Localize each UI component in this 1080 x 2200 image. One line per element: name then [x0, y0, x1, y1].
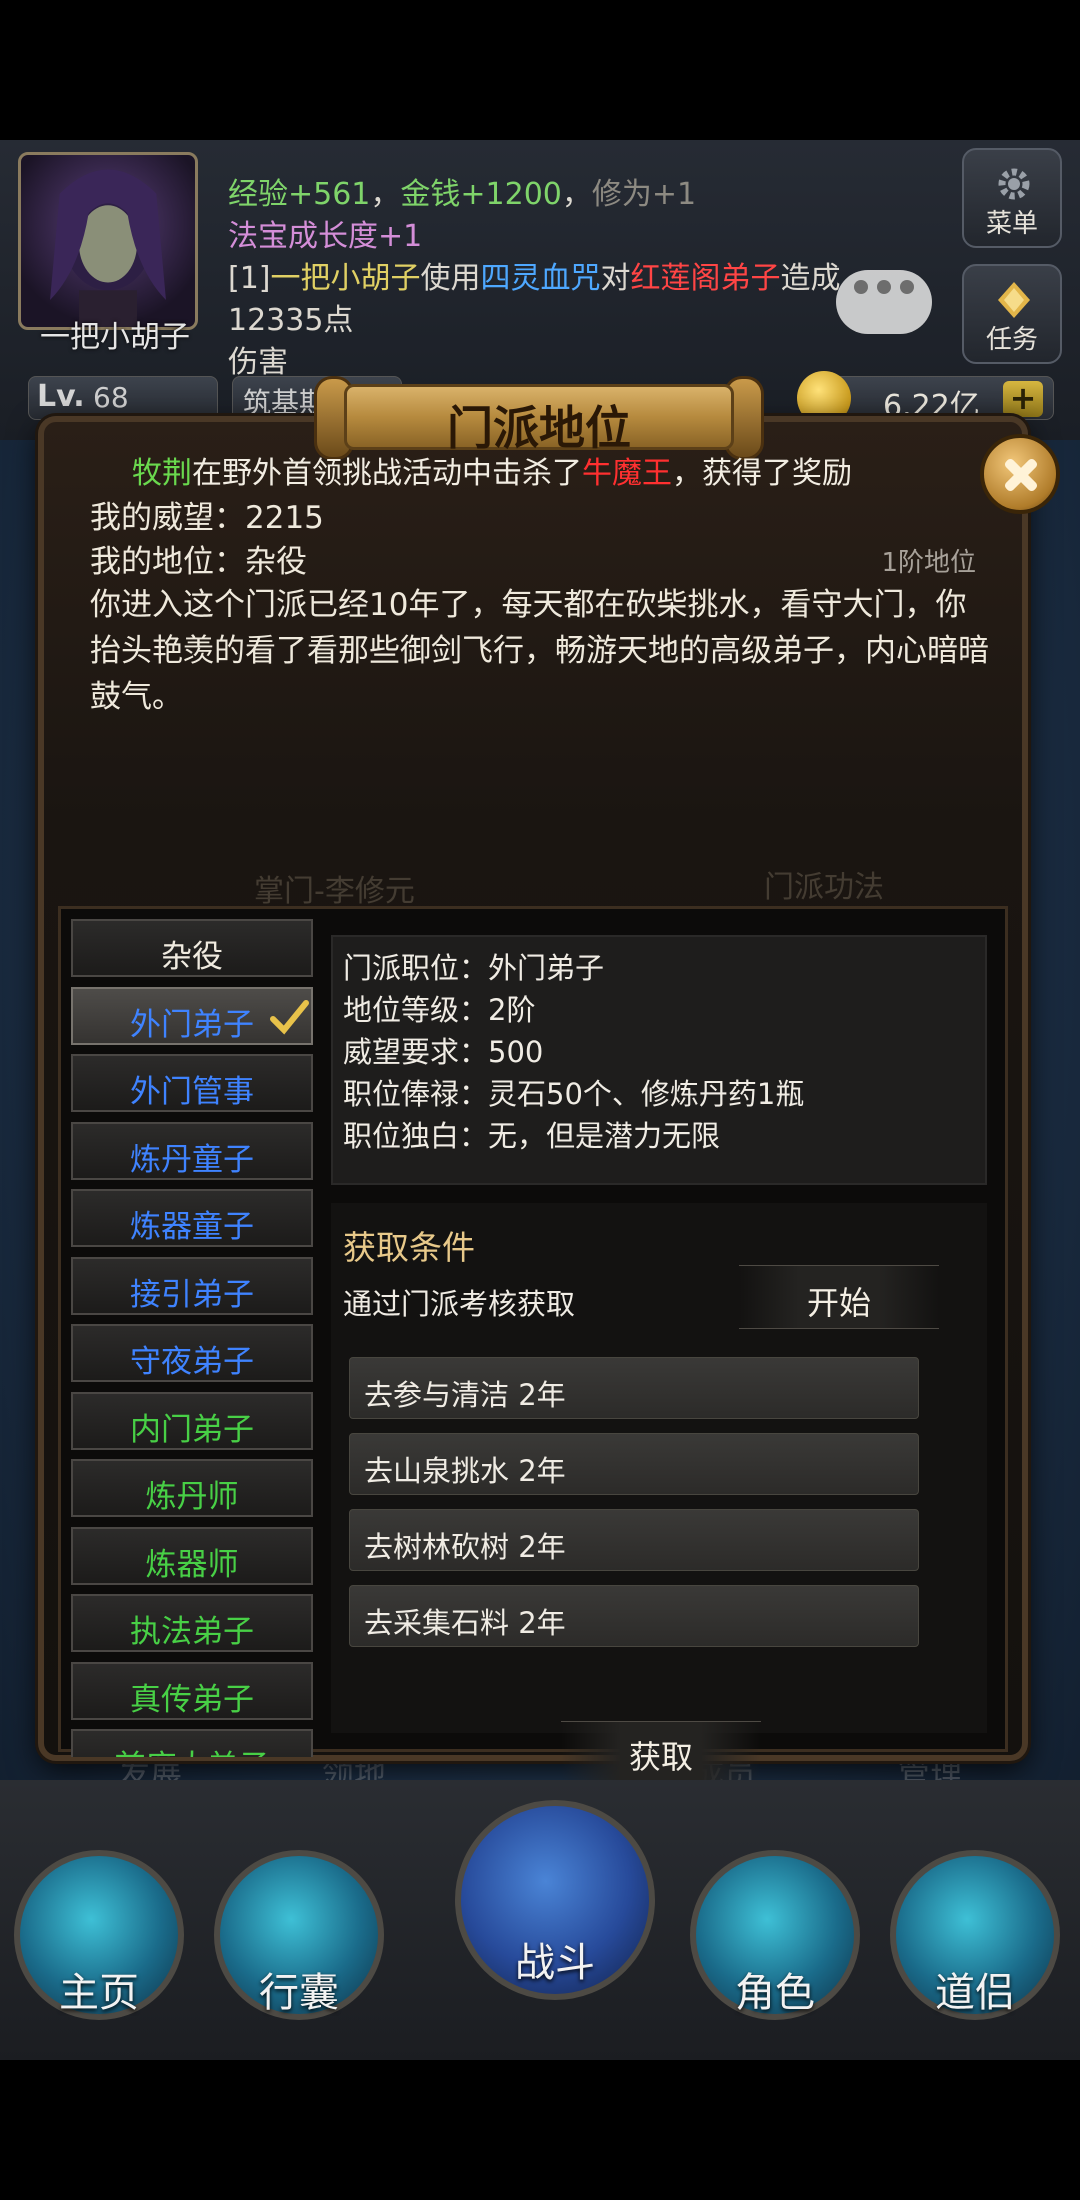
rank-item-label: 执法弟子	[130, 1614, 254, 1650]
log-line-damage: [1]一把小胡子使用四灵血咒对红莲阁弟子造成12335点	[228, 261, 841, 338]
sect-status-dialog: 门派地位 牧荆在野外首领挑战活动中击杀了牛魔王，获得了奖励 我的威望：2215 …	[38, 376, 1060, 1781]
nav-home[interactable]: 主页	[4, 1840, 194, 2040]
battle-log: 经验+561，金钱+1200，修为+1 法宝成长度+1 [1]一把小胡子使用四灵…	[228, 174, 928, 384]
diamond-icon	[998, 282, 1030, 318]
rank-item[interactable]: 炼器童子	[71, 1189, 313, 1247]
level-box: Lv. 68	[28, 376, 218, 420]
rank-item-label: 外门管事	[130, 1074, 254, 1110]
rank-item-label: 真传弟子	[130, 1681, 254, 1718]
log-line-rewards: 经验+561，金钱+1200，修为+1	[228, 177, 697, 212]
nav-partner[interactable]: 道侣	[880, 1840, 1070, 2040]
player-name: 一把小胡子	[40, 320, 190, 355]
rank-item-label: 首席大弟子	[73, 1741, 311, 1757]
info-salary: 职位俸禄：灵石50个、修炼丹药1瓶	[343, 1077, 805, 1111]
rank-item-label: 炼器师	[145, 1546, 239, 1583]
rank-info: 门派职位：外门弟子 地位等级：2阶 威望要求：500 职位俸禄：灵石50个、修炼…	[331, 935, 987, 1185]
level-value: 68	[93, 381, 129, 414]
chat-bubble-icon[interactable]	[836, 270, 932, 334]
gold-box: 6.22亿 +	[797, 371, 1054, 425]
bottom-nav: 主页 行囊 战斗 角色 道侣	[0, 1780, 1080, 2060]
task-item[interactable]: 去山泉挑水 2年	[349, 1433, 919, 1495]
task-button[interactable]: 任务	[962, 264, 1062, 364]
start-button[interactable]: 开始	[739, 1265, 939, 1329]
add-gold-button[interactable]: +	[1003, 381, 1043, 417]
game-screen: 一把小胡子 经验+561，金钱+1200，修为+1 法宝成长度+1 [1]一把小…	[0, 140, 1080, 2060]
level-label: Lv.	[37, 379, 85, 414]
my-status: 我的地位：杂役	[90, 544, 307, 580]
rank-item[interactable]: 真传弟子	[71, 1661, 313, 1720]
avatar-portrait	[50, 169, 166, 327]
rank-item-label: 杂役	[161, 939, 223, 975]
rank-item-label: 内门弟子	[130, 1411, 254, 1448]
task-item[interactable]: 去参与清洁 2年	[349, 1357, 919, 1419]
log-line-artifact: 法宝成长度+1	[228, 219, 423, 254]
nav-role[interactable]: 角色	[680, 1840, 870, 2040]
rank-item[interactable]: 炼丹童子	[71, 1121, 313, 1180]
task-item[interactable]: 去采集石料 2年	[349, 1585, 919, 1647]
info-grade: 地位等级：2阶	[343, 993, 536, 1027]
avatar[interactable]	[18, 152, 198, 330]
info-position: 门派职位：外门弟子	[343, 951, 605, 985]
conditions-method: 通过门派考核获取	[343, 1287, 576, 1321]
rank-item[interactable]: 外门弟子	[71, 986, 313, 1045]
rank-item-label: 接引弟子	[130, 1276, 254, 1313]
gear-icon	[998, 168, 1030, 200]
rank-item[interactable]: 守夜弟子	[71, 1324, 313, 1382]
rank-item-label: 炼丹师	[145, 1479, 239, 1515]
rank-item[interactable]: 杂役	[71, 919, 313, 977]
menu-button[interactable]: 菜单	[962, 148, 1062, 248]
conditions-panel: 获取条件 通过门派考核获取 开始 去参与清洁 2年 去山泉挑水 2年 去树林砍树…	[331, 1203, 987, 1733]
rank-item-label: 炼丹童子	[130, 1141, 254, 1178]
nav-battle[interactable]: 战斗	[455, 1800, 655, 2040]
status-description: 你进入这个门派已经10年了，每天都在砍柴挑水，看守大门，你抬头艳羡的看了看那些御…	[90, 587, 989, 715]
rank-item[interactable]: 炼丹师	[71, 1459, 313, 1517]
faint-sect-skill: 门派功法	[764, 870, 884, 905]
rank-item-label: 守夜弟子	[130, 1344, 254, 1380]
rank-item-label: 炼器童子	[130, 1209, 254, 1245]
nav-bag[interactable]: 行囊	[204, 1840, 394, 2040]
rank-list[interactable]: 杂役外门弟子外门管事炼丹童子炼器童子接引弟子守夜弟子内门弟子炼丹师炼器师执法弟子…	[71, 919, 321, 1757]
rank-item[interactable]: 首席大弟子	[71, 1729, 313, 1757]
faint-sect-master: 掌门-李修元	[254, 874, 415, 909]
info-monologue: 职位独白：无，但是潜力无限	[343, 1119, 721, 1153]
rank-item[interactable]: 外门管事	[71, 1054, 313, 1112]
checkmark-icon	[270, 999, 309, 1034]
rank-panel: 杂役外门弟子外门管事炼丹童子炼器童子接引弟子守夜弟子内门弟子炼丹师炼器师执法弟子…	[58, 906, 1008, 1781]
rank-item[interactable]: 执法弟子	[71, 1594, 313, 1652]
rank-item[interactable]: 接引弟子	[71, 1256, 313, 1315]
rank-item[interactable]: 炼器师	[71, 1526, 313, 1585]
my-prestige: 我的威望：2215	[90, 500, 324, 536]
rank-tag: 1阶地位	[881, 548, 976, 578]
announcement-ticker: 牧荆在野外首领挑战活动中击杀了牛魔王，获得了奖励	[132, 456, 852, 491]
info-requirement: 威望要求：500	[343, 1035, 544, 1069]
close-button[interactable]	[980, 434, 1060, 514]
obtain-button[interactable]: 获取	[561, 1721, 761, 1781]
rank-item[interactable]: 内门弟子	[71, 1391, 313, 1450]
conditions-title: 获取条件	[343, 1228, 475, 1267]
task-item[interactable]: 去树林砍树 2年	[349, 1509, 919, 1571]
